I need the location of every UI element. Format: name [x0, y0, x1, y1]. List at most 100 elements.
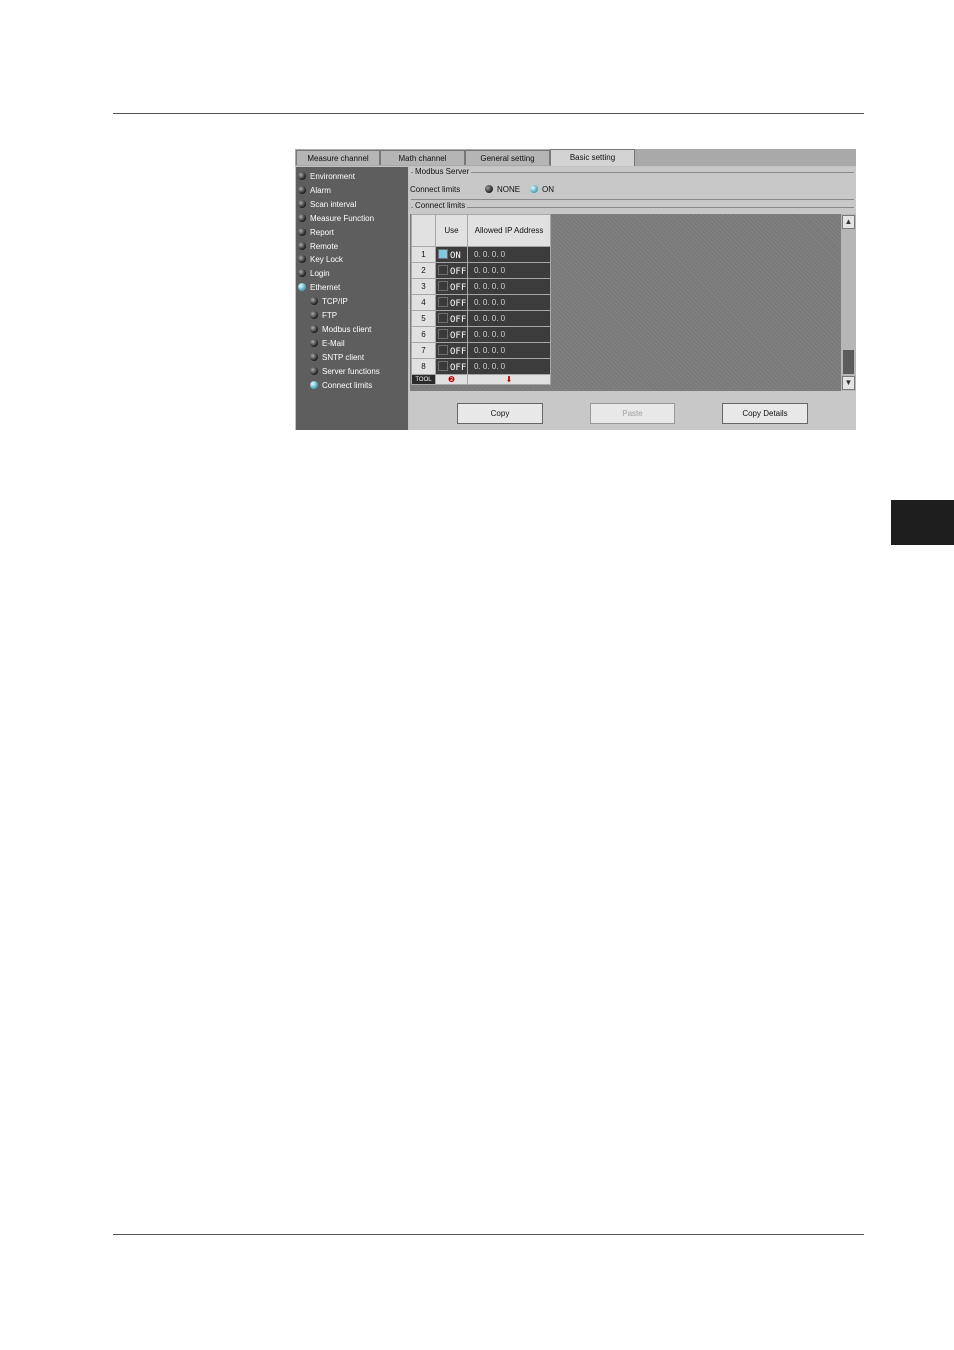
sidebar-item-sntp-client[interactable]: SNTP client	[310, 351, 364, 364]
checkbox-icon[interactable]	[438, 248, 448, 259]
radio-icon	[298, 199, 306, 208]
radio-icon	[310, 338, 318, 347]
footer-mark-address: ⬇	[467, 374, 551, 385]
sidebar-item-label: Report	[310, 227, 335, 237]
settings-sidebar: Environment Alarm Scan interval Measure Fun…	[296, 167, 408, 430]
radio-on-icon	[530, 185, 538, 193]
radio-icon	[310, 352, 318, 361]
use-cell[interactable]: OFF	[435, 262, 468, 279]
checkbox-icon[interactable]	[438, 296, 448, 307]
allowed-ip-address-cell[interactable]: 0. 0. 0. 0	[467, 326, 551, 343]
use-value: ON	[450, 250, 461, 261]
checkbox-icon[interactable]	[438, 280, 448, 291]
allowed-ip-address-cell[interactable]: 0. 0. 0. 0	[467, 262, 551, 279]
use-cell[interactable]: ON	[435, 246, 468, 263]
column-header-use: Use	[435, 214, 468, 247]
sidebar-item-label: Measure Function	[310, 213, 375, 223]
sidebar-item-label: Modbus client	[322, 324, 372, 334]
sidebar-item-key-lock[interactable]: Key Lock	[298, 253, 343, 266]
sidebar-item-tcp-ip[interactable]: TCP/IP	[310, 295, 348, 308]
row-number: 3	[411, 278, 436, 295]
sidebar-item-label: Environment	[310, 172, 355, 181]
sidebar-item-server-functions[interactable]: Server functions	[310, 365, 380, 378]
scroll-thumb[interactable]	[843, 350, 854, 374]
checkbox-icon[interactable]	[438, 328, 448, 339]
vertical-scrollbar[interactable]: ▲ ▼	[841, 214, 856, 391]
use-cell[interactable]: OFF	[435, 294, 468, 311]
sidebar-item-ethernet[interactable]: Ethernet	[298, 281, 340, 294]
table-row: 1 ON 0. 0. 0. 0	[411, 246, 551, 263]
use-cell[interactable]: OFF	[435, 278, 468, 295]
sidebar-item-remote[interactable]: Remote	[298, 240, 338, 253]
scroll-down-icon[interactable]: ▼	[842, 376, 855, 390]
allowed-ip-address-cell[interactable]: 0. 0. 0. 0	[467, 358, 551, 375]
use-value: OFF	[450, 314, 467, 325]
sidebar-item-e-mail[interactable]: E-Mail	[310, 337, 345, 350]
allowed-ip-address-cell[interactable]: 0. 0. 0. 0	[467, 294, 551, 311]
sidebar-item-ftp[interactable]: FTP	[310, 309, 337, 322]
modbus-option-on[interactable]: ON	[530, 185, 554, 194]
table-row: 5 OFF 0. 0. 0. 0	[411, 310, 551, 327]
sidebar-item-connect-limits[interactable]: Connect limits	[310, 379, 372, 392]
limits-group-title: Connect limits	[413, 201, 468, 210]
checkbox-icon[interactable]	[438, 344, 448, 355]
radio-icon	[298, 185, 306, 194]
allowed-ip-address-cell[interactable]: 0. 0. 0. 0	[467, 246, 551, 263]
checkbox-icon[interactable]	[438, 360, 448, 371]
connect-limits-grid: Use Allowed IP Address 1 ON 0. 0. 0. 0 2 OFF…	[410, 214, 841, 391]
radio-selected-icon	[298, 283, 306, 292]
content-panel: Modbus Server Connect limits NONE ON Con…	[409, 167, 856, 430]
table-row: 8 OFF 0. 0. 0. 0	[411, 358, 551, 375]
allowed-ip-address-cell[interactable]: 0. 0. 0. 0	[467, 342, 551, 359]
sidebar-item-report[interactable]: Report	[298, 226, 334, 239]
radio-icon	[298, 269, 306, 278]
allowed-ip-address-cell[interactable]: 0. 0. 0. 0	[467, 278, 551, 295]
use-value: OFF	[450, 266, 467, 277]
sidebar-item-label: E-Mail	[322, 338, 345, 348]
sidebar-item-alarm[interactable]: Alarm	[298, 184, 331, 197]
radio-icon	[298, 213, 306, 222]
use-value: OFF	[450, 282, 467, 293]
checkbox-icon[interactable]	[438, 264, 448, 275]
radio-icon	[298, 255, 306, 264]
use-cell[interactable]: OFF	[435, 310, 468, 327]
radio-icon	[310, 366, 318, 375]
header-rule	[113, 113, 864, 114]
radio-icon	[298, 172, 306, 180]
sidebar-item-scan-interval[interactable]: Scan interval	[298, 198, 356, 211]
tab-general-setting[interactable]: General setting	[465, 150, 550, 165]
radio-icon	[298, 227, 306, 236]
copy-button[interactable]: Copy	[457, 403, 543, 424]
row-number: 6	[411, 326, 436, 343]
row-number: 4	[411, 294, 436, 311]
row-number: 7	[411, 342, 436, 359]
tab-measure-channel[interactable]: Measure channel	[296, 150, 380, 165]
sidebar-item-login[interactable]: Login	[298, 267, 330, 280]
allowed-ip-address-cell[interactable]: 0. 0. 0. 0	[467, 310, 551, 327]
modbus-group-line	[411, 172, 854, 173]
tab-bar: Measure channel Math channel General set…	[295, 149, 856, 166]
use-cell[interactable]: OFF	[435, 342, 468, 359]
sidebar-item-measure-function[interactable]: Measure Function	[298, 212, 374, 225]
scroll-up-icon[interactable]: ▲	[842, 215, 855, 229]
use-cell[interactable]: OFF	[435, 358, 468, 375]
header-corner	[411, 214, 436, 247]
use-cell[interactable]: OFF	[435, 326, 468, 343]
footer-mark-use: ❷	[435, 374, 468, 385]
copy-details-button[interactable]: Copy Details	[722, 403, 808, 424]
use-value: OFF	[450, 362, 467, 373]
sidebar-item-label: Scan interval	[310, 199, 357, 209]
use-value: OFF	[450, 298, 467, 309]
tool-toggle[interactable]: TOOL	[411, 374, 436, 385]
modbus-option-none[interactable]: NONE	[485, 185, 520, 194]
modbus-group-bottom	[411, 199, 854, 200]
settings-window: Measure channel Math channel General set…	[295, 149, 856, 430]
paste-button[interactable]: Paste	[590, 403, 675, 424]
radio-icon	[298, 241, 306, 250]
tab-math-channel[interactable]: Math channel	[380, 150, 465, 165]
checkbox-icon[interactable]	[438, 312, 448, 323]
sidebar-item-label: Ethernet	[310, 283, 341, 293]
sidebar-item-environment[interactable]: Environment	[298, 170, 355, 183]
sidebar-item-modbus-client[interactable]: Modbus client	[310, 323, 371, 336]
tab-basic-setting[interactable]: Basic setting	[550, 149, 635, 166]
